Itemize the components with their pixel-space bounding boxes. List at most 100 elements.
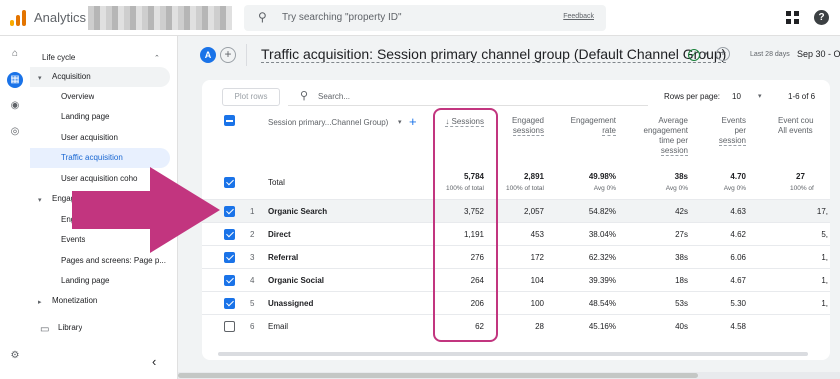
sidebar-item-library[interactable]: Library [58, 318, 82, 338]
events-per-session-value: 4.67 [730, 276, 746, 285]
table-row[interactable]: 3 Referral 276 172 62.32% 38s 6.06 1, [202, 245, 830, 268]
table-search-placeholder: Search... [318, 92, 351, 101]
avg-engagement-time-column-header[interactable]: Average engagement time per session [632, 116, 688, 156]
engaged-value: 172 [530, 253, 544, 262]
settings-icon[interactable]: ⚙ [7, 348, 23, 364]
pointer-arrow-icon [72, 167, 220, 253]
data-table-card: Plot rows ⚲ Search... Rows per page: 10 … [202, 80, 830, 360]
page-title[interactable]: Traffic acquisition: Session primary cha… [261, 46, 727, 63]
engaged-value: 104 [530, 276, 544, 285]
chevron-down-icon[interactable]: ▾ [758, 92, 762, 100]
total-engaged-sub: 100% of total [506, 185, 544, 192]
page-horizontal-scrollbar[interactable] [178, 372, 840, 379]
scrollbar-thumb[interactable] [178, 373, 698, 378]
home-icon[interactable]: ⌂ [7, 46, 23, 62]
events-per-session-value: 4.58 [730, 322, 746, 331]
channel-name[interactable]: Email [268, 322, 288, 331]
total-event-count-sub: 100% of [790, 185, 814, 192]
sidebar-item-acquisition[interactable]: Acquisition [30, 67, 170, 87]
table-row[interactable]: 6 Email 62 28 45.16% 40s 4.58 [202, 314, 830, 337]
rows-per-page-select[interactable]: 10 [732, 92, 741, 101]
event-count-value: 1, [821, 299, 828, 308]
expand-down-icon: ▾ [38, 75, 42, 82]
avg-time-value: 38s [675, 253, 688, 262]
channel-name[interactable]: Organic Search [268, 207, 327, 216]
header-line: per [734, 126, 746, 135]
select-all-checkbox[interactable] [224, 115, 235, 126]
add-dimension-button[interactable]: + [409, 114, 417, 129]
row-index: 2 [250, 230, 255, 239]
table-row[interactable]: 4 Organic Social 264 104 39.39% 18s 4.67… [202, 268, 830, 291]
check-circle-icon: ✓ [688, 49, 700, 61]
header-line: session [660, 146, 688, 156]
advertising-icon[interactable]: ◎ [7, 124, 23, 140]
sidebar-item-overview[interactable]: Overview [61, 87, 94, 107]
header-line: sessions [512, 126, 544, 136]
channel-name[interactable]: Unassigned [268, 299, 313, 308]
reports-icon[interactable]: ▦ [7, 72, 23, 88]
row-index: 5 [250, 299, 255, 308]
row-checkbox[interactable] [224, 298, 235, 309]
table-search[interactable]: ⚲ Search... [288, 88, 648, 106]
explore-icon[interactable]: ◉ [7, 98, 23, 114]
sidebar-item-monetization[interactable]: Monetization [52, 291, 97, 311]
events-per-session-value: 4.63 [730, 207, 746, 216]
table-horizontal-scrollbar[interactable] [218, 352, 808, 356]
header-line: engagement [643, 126, 688, 135]
collapse-sidebar-button[interactable]: ‹ [152, 354, 156, 369]
date-range-picker[interactable]: Sep 30 - Oc [797, 49, 840, 59]
search-placeholder: Try searching "property ID" [282, 12, 402, 23]
events-per-session-column-header[interactable]: Events per session [702, 116, 746, 146]
total-checkbox[interactable] [224, 177, 235, 188]
table-row[interactable]: 5 Unassigned 206 100 48.54% 53s 5.30 1, [202, 291, 830, 314]
header-line: rate [602, 126, 616, 136]
engaged-value: 28 [535, 322, 544, 331]
chevron-up-icon[interactable]: ⌃ [154, 54, 160, 62]
avg-time-value: 53s [675, 299, 688, 308]
channel-name[interactable]: Referral [268, 253, 298, 262]
rate-value: 38.04% [588, 230, 616, 239]
row-index: 1 [250, 207, 255, 216]
table-row[interactable]: 1 Organic Search 3,752 2,057 54.82% 42s … [202, 199, 830, 222]
channel-name[interactable]: Direct [268, 230, 291, 239]
row-checkbox[interactable] [224, 321, 235, 332]
help-icon[interactable]: ? [814, 10, 829, 25]
channel-name[interactable]: Organic Social [268, 276, 324, 285]
event-count-value: 1, [821, 253, 828, 262]
rate-value: 54.82% [588, 207, 616, 216]
nav-rail: ⌂ ▦ ◉ ◎ ⚙ [0, 36, 30, 379]
sidebar-item-user-acquisition[interactable]: User acquisition [61, 128, 118, 148]
engaged-value: 453 [530, 230, 544, 239]
comparison-badge[interactable]: A [200, 47, 216, 63]
engaged-value: 2,057 [523, 207, 544, 216]
feedback-link[interactable]: Feedback [563, 13, 594, 20]
dimension-column-header[interactable]: Session primary...Channel Group) [268, 118, 388, 127]
row-checkbox[interactable] [224, 229, 235, 240]
header-line: Event cou [778, 116, 814, 125]
row-checkbox[interactable] [224, 275, 235, 286]
sidebar-item-traffic-acquisition[interactable]: Traffic acquisition [30, 148, 170, 168]
row-checkbox[interactable] [224, 206, 235, 217]
search-bar[interactable]: ⚲ Try searching "property ID" Feedback [244, 5, 606, 31]
pagination-status: 1-6 of 6 [788, 92, 816, 101]
engaged-sessions-column-header[interactable]: Engaged sessions [494, 116, 544, 136]
search-icon: ⚲ [258, 10, 267, 24]
event-count-value: 5, [821, 230, 828, 239]
chevron-down-icon[interactable]: ▾ [398, 118, 402, 126]
table-row[interactable]: 2 Direct 1,191 453 38.04% 27s 4.62 5, [202, 222, 830, 245]
chevron-down-icon[interactable]: ▾ [704, 50, 708, 58]
add-button[interactable]: + [716, 47, 730, 61]
row-checkbox[interactable] [224, 252, 235, 263]
sidebar-item-pages-and-screens[interactable]: Pages and screens: Page p... [61, 251, 175, 271]
event-count-column-header[interactable]: Event cou All events [778, 116, 830, 136]
sidebar-item-landing-page[interactable]: Landing page [61, 107, 110, 127]
avg-time-value: 40s [675, 322, 688, 331]
blurred-account-name[interactable] [88, 6, 232, 30]
apps-grid-icon[interactable] [786, 11, 800, 25]
plot-rows-button[interactable]: Plot rows [222, 88, 280, 106]
add-comparison-button[interactable]: + [220, 47, 236, 63]
total-engaged: 2,891 [523, 172, 544, 181]
sidebar-item-landing-page-2[interactable]: Landing page [61, 271, 110, 291]
lifecycle-header[interactable]: Life cycle [42, 48, 75, 68]
engagement-rate-column-header[interactable]: Engagement rate [562, 116, 616, 136]
